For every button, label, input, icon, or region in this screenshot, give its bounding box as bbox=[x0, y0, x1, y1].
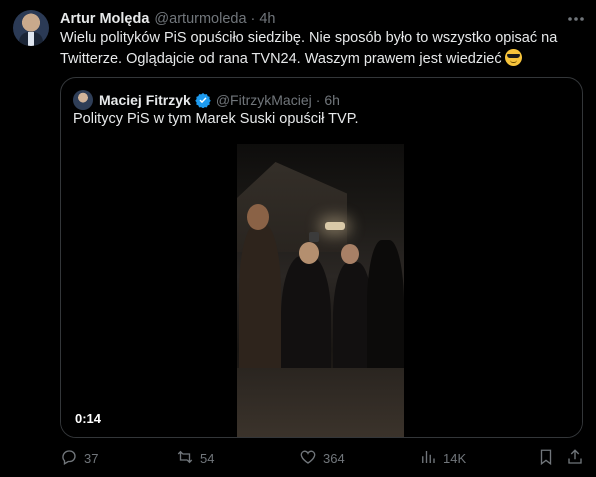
share-button[interactable] bbox=[566, 448, 584, 468]
video-person-head bbox=[341, 244, 359, 264]
repost-button[interactable]: 54 bbox=[176, 448, 214, 468]
action-bar: 37 54 364 14K bbox=[60, 448, 587, 468]
quoted-author-avatar[interactable] bbox=[73, 90, 93, 110]
separator-dot: · bbox=[250, 11, 256, 27]
like-icon bbox=[299, 448, 317, 469]
tweet-header: Artur Molęda @arturmoleda · 4h bbox=[60, 10, 276, 28]
tweet-text-content: Wielu polityków PiS opuściło siedzibę. N… bbox=[60, 30, 558, 67]
quoted-separator-dot: · bbox=[315, 92, 321, 108]
author-name[interactable]: Artur Molęda bbox=[60, 11, 149, 27]
reply-count: 37 bbox=[84, 450, 99, 466]
like-button[interactable]: 364 bbox=[299, 448, 345, 468]
reply-icon bbox=[60, 448, 78, 469]
tweet-time[interactable]: 4h bbox=[259, 11, 275, 27]
quoted-tweet-text: Politycy PiS w tym Marek Suski opuścił T… bbox=[73, 111, 359, 127]
video-light bbox=[325, 222, 345, 230]
quoted-author-name[interactable]: Maciej Fitrzyk bbox=[99, 92, 191, 108]
video-frame bbox=[237, 144, 404, 437]
quoted-tweet-time[interactable]: 6h bbox=[324, 92, 340, 108]
reply-button[interactable]: 37 bbox=[60, 448, 98, 468]
repost-icon bbox=[176, 448, 194, 469]
views-count: 14K bbox=[443, 450, 467, 466]
views-button[interactable]: 14K bbox=[419, 448, 466, 468]
video-street bbox=[237, 368, 404, 437]
quoted-author-handle[interactable]: @FitrzykMaciej bbox=[216, 92, 312, 108]
more-icon[interactable] bbox=[566, 10, 586, 28]
verified-icon bbox=[195, 92, 211, 108]
repost-count: 54 bbox=[200, 450, 215, 466]
quoted-tweet-header: Maciej Fitrzyk @FitrzykMaciej · 6h bbox=[99, 90, 340, 110]
like-count: 364 bbox=[323, 450, 345, 466]
share-icon bbox=[566, 448, 584, 469]
video-hat bbox=[309, 232, 319, 242]
video-duration: 0:14 bbox=[75, 411, 102, 426]
author-avatar[interactable] bbox=[13, 10, 49, 46]
emoji-sunglasses-icon bbox=[504, 48, 522, 66]
views-icon bbox=[419, 448, 437, 469]
quoted-tweet[interactable]: Maciej Fitrzyk @FitrzykMaciej · 6h Polit… bbox=[60, 77, 583, 438]
bookmark-icon bbox=[537, 448, 555, 469]
avatar-shirt bbox=[28, 32, 34, 46]
tweet-text: Wielu polityków PiS opuściło siedzibę. N… bbox=[60, 29, 580, 69]
video-person-head bbox=[247, 204, 269, 230]
tweet[interactable]: Artur Molęda @arturmoleda · 4h Wielu pol… bbox=[0, 0, 596, 477]
bookmark-button[interactable] bbox=[537, 448, 555, 468]
author-handle[interactable]: @arturmoleda bbox=[154, 11, 246, 27]
video-player[interactable]: 0:14 bbox=[61, 144, 582, 437]
video-person-head bbox=[299, 242, 319, 264]
